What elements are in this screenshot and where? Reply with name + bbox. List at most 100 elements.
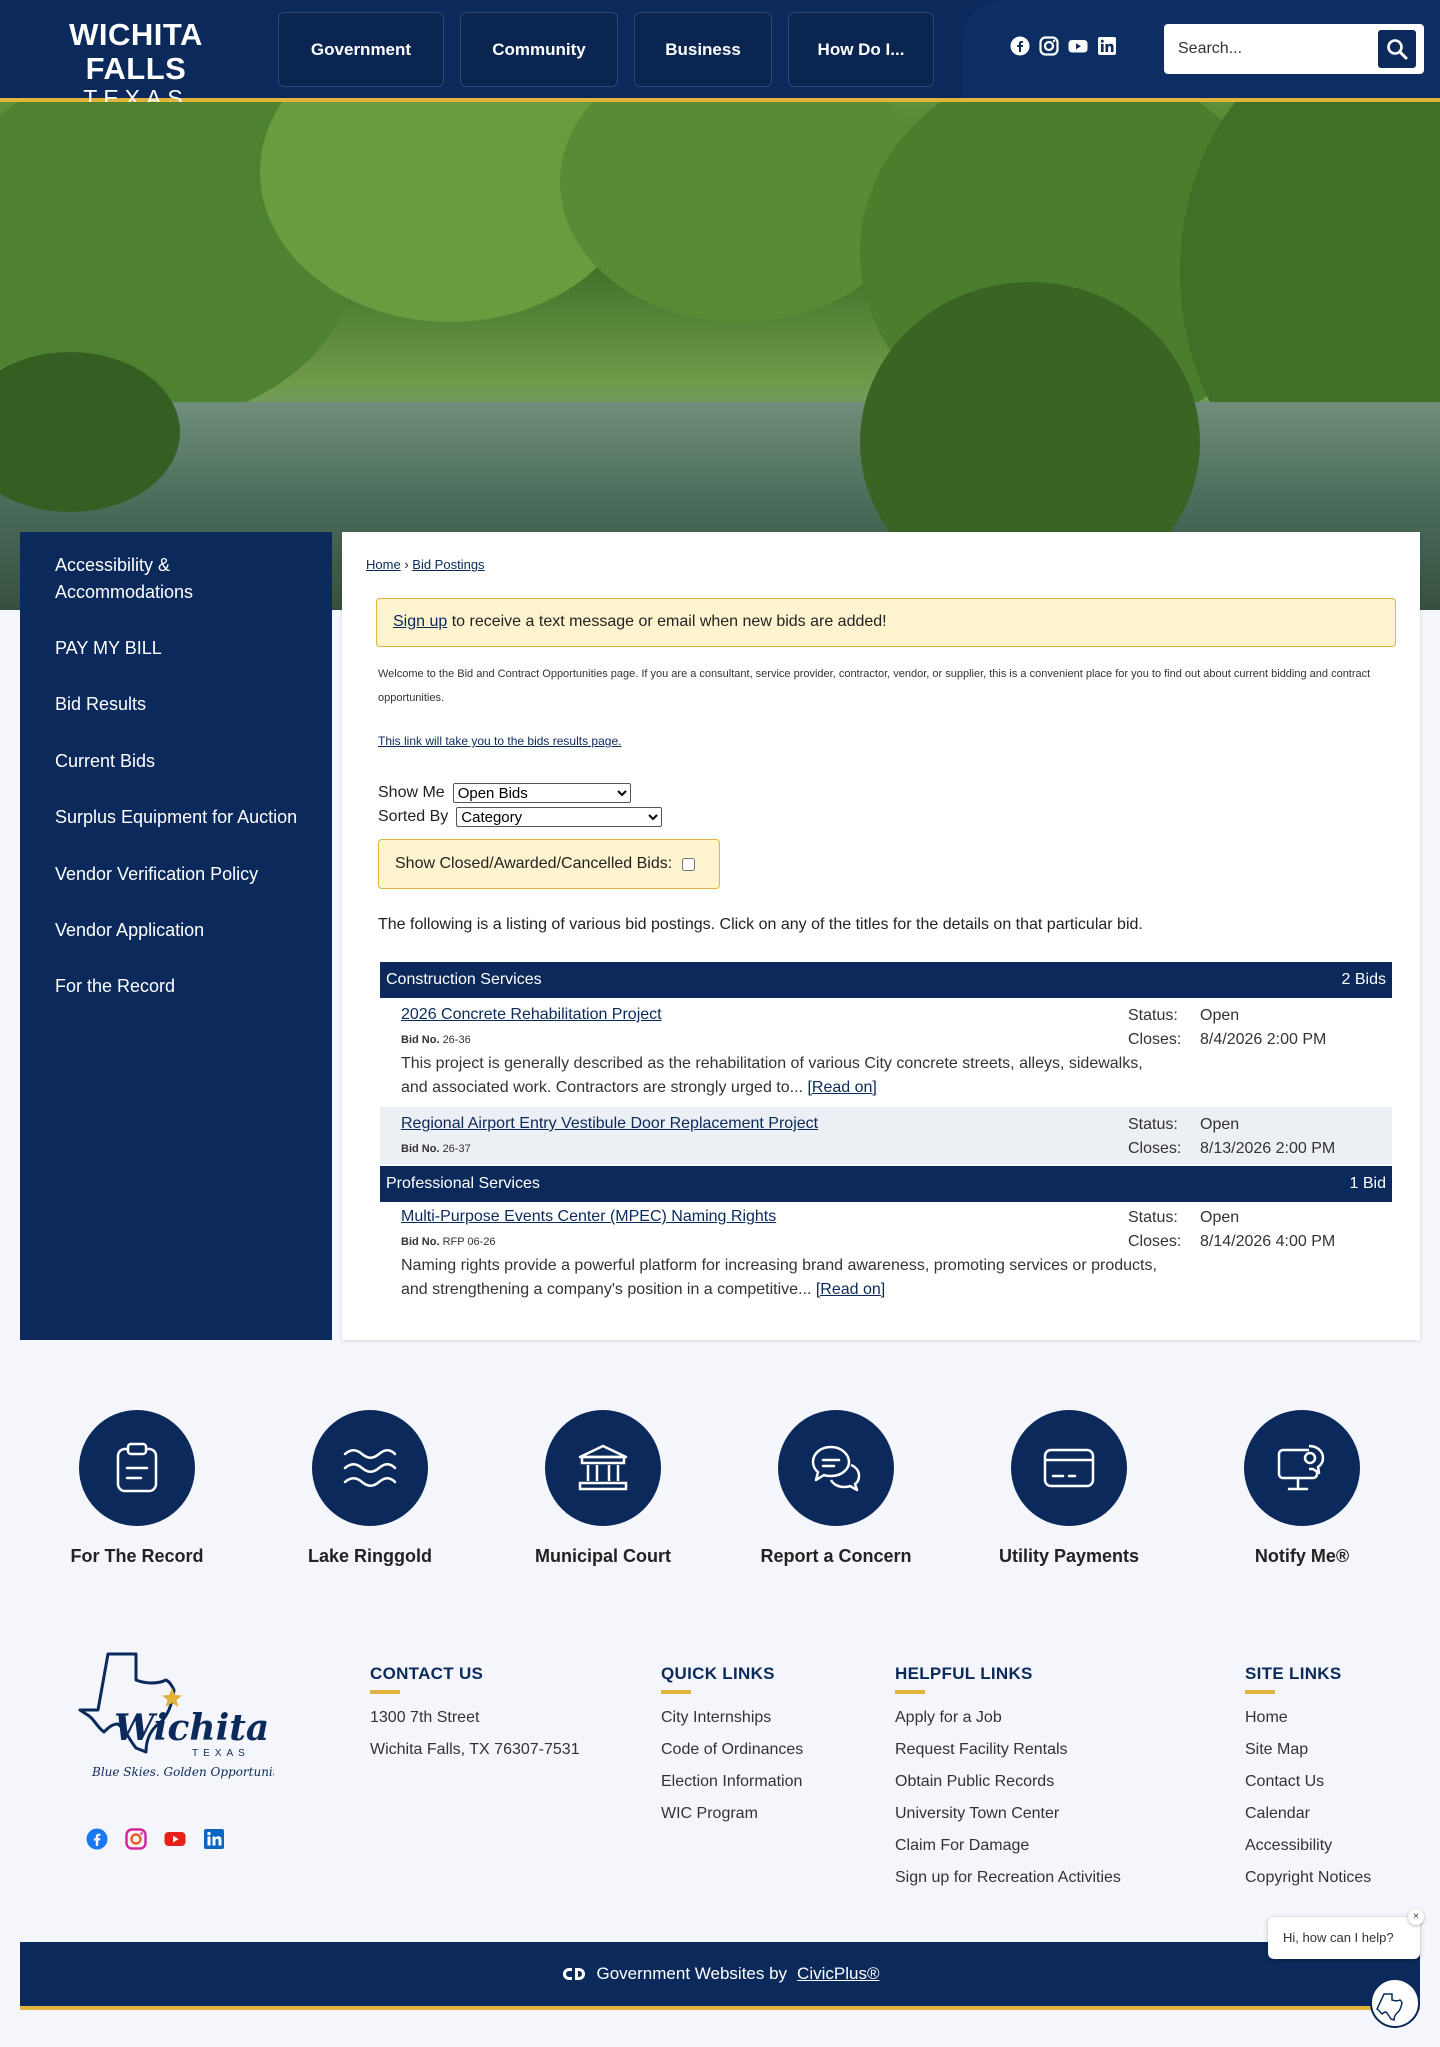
show-me-label: Show Me: [378, 784, 445, 801]
linkedin-icon[interactable]: [1097, 36, 1117, 56]
show-me-row: Show Me Open Bids: [378, 783, 631, 803]
category-header: Construction Services 2 Bids: [380, 962, 1392, 998]
facebook-icon[interactable]: [86, 1828, 108, 1850]
chat-bubble[interactable]: Hi, how can I help?: [1268, 1917, 1420, 1959]
sidebar-nav: Accessibility & Accommodations PAY MY BI…: [20, 532, 332, 1340]
footer-link[interactable]: Apply for a Job: [895, 1702, 1121, 1734]
footer-link[interactable]: Obtain Public Records: [895, 1766, 1121, 1798]
sidebar-item-vendor-application[interactable]: Vendor Application: [20, 917, 332, 944]
read-on-link[interactable]: [Read on]: [807, 1079, 876, 1096]
footer-link[interactable]: WIC Program: [661, 1798, 803, 1830]
civicplus-bar: Government Websites by CivicPlus®: [20, 1942, 1420, 2010]
waves-icon: [343, 1449, 397, 1487]
category-count: 2 Bids: [1341, 971, 1386, 988]
footer-link[interactable]: Contact Us: [1245, 1766, 1371, 1798]
footer-link[interactable]: Accessibility: [1245, 1830, 1371, 1862]
footer-link[interactable]: Home: [1245, 1702, 1371, 1734]
footer-social-links: [86, 1828, 225, 1850]
quick-link-utility-payments[interactable]: Utility Payments: [969, 1410, 1169, 1567]
bid-number-value: 26-37: [442, 1143, 471, 1155]
sidebar-item-pay-my-bill[interactable]: PAY MY BILL: [20, 635, 332, 662]
bid-number: Bid No. 26-36: [401, 1034, 471, 1046]
footer-link[interactable]: City Internships: [661, 1702, 803, 1734]
chat-close-button[interactable]: ×: [1408, 1909, 1424, 1925]
show-closed-checkbox[interactable]: [682, 857, 696, 871]
footer-link[interactable]: Request Facility Rentals: [895, 1734, 1121, 1766]
nav-community[interactable]: Community: [460, 12, 618, 87]
footer-contact-us: CONTACT US 1300 7th Street Wichita Falls…: [370, 1664, 580, 1766]
logo-line1: WICHITA FALLS: [69, 17, 203, 86]
breadcrumb-separator: ›: [404, 557, 409, 572]
sidebar-item-surplus-equipment[interactable]: Surplus Equipment for Auction: [20, 804, 332, 831]
bid-title-link[interactable]: Multi-Purpose Events Center (MPEC) Namin…: [401, 1208, 776, 1226]
sidebar-item-for-the-record[interactable]: For the Record: [20, 973, 332, 1000]
show-closed-label: Show Closed/Awarded/Cancelled Bids:: [395, 855, 673, 872]
texas-outline-logo: Wichita Falls TEXAS Blue Skies. Golden O…: [78, 1652, 376, 1779]
status-label: Status:: [1128, 1116, 1178, 1133]
youtube-icon[interactable]: [1068, 36, 1088, 56]
footer-link[interactable]: Claim For Damage: [895, 1830, 1121, 1862]
sidebar-item-bid-results[interactable]: Bid Results: [20, 691, 332, 718]
search-icon: [1387, 39, 1408, 60]
sidebar-item-accessibility[interactable]: Accessibility & Accommodations: [20, 552, 332, 606]
footer-link[interactable]: Code of Ordinances: [661, 1734, 803, 1766]
signup-alert: Sign up to receive a text message or ema…: [376, 598, 1396, 647]
instagram-icon[interactable]: [1039, 36, 1059, 56]
sidebar-item-current-bids[interactable]: Current Bids: [20, 748, 332, 775]
courthouse-icon: [578, 1444, 628, 1491]
site-logo[interactable]: WICHITA FALLS TEXAS: [16, 17, 256, 111]
civicplus-link[interactable]: CivicPlus®: [797, 1964, 879, 1984]
quick-link-lake-ringgold[interactable]: Lake Ringgold: [270, 1410, 470, 1567]
bid-description: This project is generally described as t…: [401, 1052, 1161, 1100]
footer-link[interactable]: Copyright Notices: [1245, 1862, 1371, 1894]
bid-item: Multi-Purpose Events Center (MPEC) Namin…: [380, 1202, 1392, 1309]
category-name: Professional Services: [386, 1175, 540, 1192]
quick-link-notify-me[interactable]: Notify Me®: [1202, 1410, 1402, 1567]
footer-link[interactable]: Election Information: [661, 1766, 803, 1798]
facebook-icon[interactable]: [1010, 36, 1030, 56]
search-button[interactable]: [1378, 30, 1416, 68]
search-input[interactable]: [1178, 34, 1368, 64]
sorted-by-select[interactable]: Category: [456, 807, 663, 827]
bid-title-link[interactable]: Regional Airport Entry Vestibule Door Re…: [401, 1115, 818, 1133]
bid-number: Bid No. RFP 06-26: [401, 1236, 496, 1248]
footer-address-line: Wichita Falls, TX 76307-7531: [370, 1741, 580, 1758]
footer-link[interactable]: Sign up for Recreation Activities: [895, 1862, 1121, 1894]
footer-link[interactable]: Calendar: [1245, 1798, 1371, 1830]
bid-item: Regional Airport Entry Vestibule Door Re…: [380, 1107, 1392, 1164]
quick-link-label: Notify Me®: [1254, 1546, 1350, 1566]
youtube-icon[interactable]: [164, 1828, 186, 1850]
breadcrumb-bid-postings[interactable]: Bid Postings: [412, 557, 484, 572]
quick-link-for-the-record[interactable]: For The Record: [37, 1410, 237, 1567]
footer-link[interactable]: University Town Center: [895, 1798, 1121, 1830]
quick-link-municipal-court[interactable]: Municipal Court: [503, 1410, 703, 1567]
nav-how-do-i[interactable]: How Do I...: [788, 12, 934, 87]
category-count: 1 Bid: [1349, 1175, 1386, 1192]
read-on-link[interactable]: [Read on]: [816, 1281, 885, 1298]
quick-link-report-a-concern[interactable]: Report a Concern: [736, 1410, 936, 1567]
signup-link[interactable]: Sign up: [393, 613, 447, 630]
footer-logo[interactable]: Wichita Falls TEXAS Blue Skies. Golden O…: [60, 1650, 376, 1786]
sidebar-item-vendor-verification[interactable]: Vendor Verification Policy: [20, 861, 332, 888]
civicplus-logo-icon: [562, 1968, 585, 1980]
instagram-icon[interactable]: [125, 1828, 147, 1850]
status-label: Status:: [1128, 1209, 1178, 1226]
chat-avatar-icon[interactable]: [1370, 1978, 1420, 2028]
breadcrumb: Home › Bid Postings: [366, 557, 485, 572]
show-me-select[interactable]: Open Bids: [452, 783, 631, 803]
footer-column-title: SITE LINKS: [1245, 1664, 1342, 1683]
closes-label: Closes:: [1128, 1233, 1182, 1250]
breadcrumb-home[interactable]: Home: [366, 557, 401, 572]
quick-link-circle: [778, 1410, 894, 1526]
footer-site-links: SITE LINKS Home Site Map Contact Us Cale…: [1245, 1664, 1371, 1894]
nav-business[interactable]: Business: [634, 12, 772, 87]
nav-government[interactable]: Government: [278, 12, 444, 87]
linkedin-icon[interactable]: [203, 1828, 225, 1850]
civicplus-text: Government Websites by: [596, 1964, 788, 1983]
bid-title-link[interactable]: 2026 Concrete Rehabilitation Project: [401, 1006, 662, 1024]
bid-status-block: Status: Open Closes: 8/4/2026 2:00 PM: [1128, 1004, 1326, 1052]
search-box: [1164, 24, 1424, 74]
closes-label: Closes:: [1128, 1031, 1182, 1048]
footer-link[interactable]: Site Map: [1245, 1734, 1371, 1766]
bid-results-link[interactable]: This link will take you to the bids resu…: [378, 734, 621, 748]
